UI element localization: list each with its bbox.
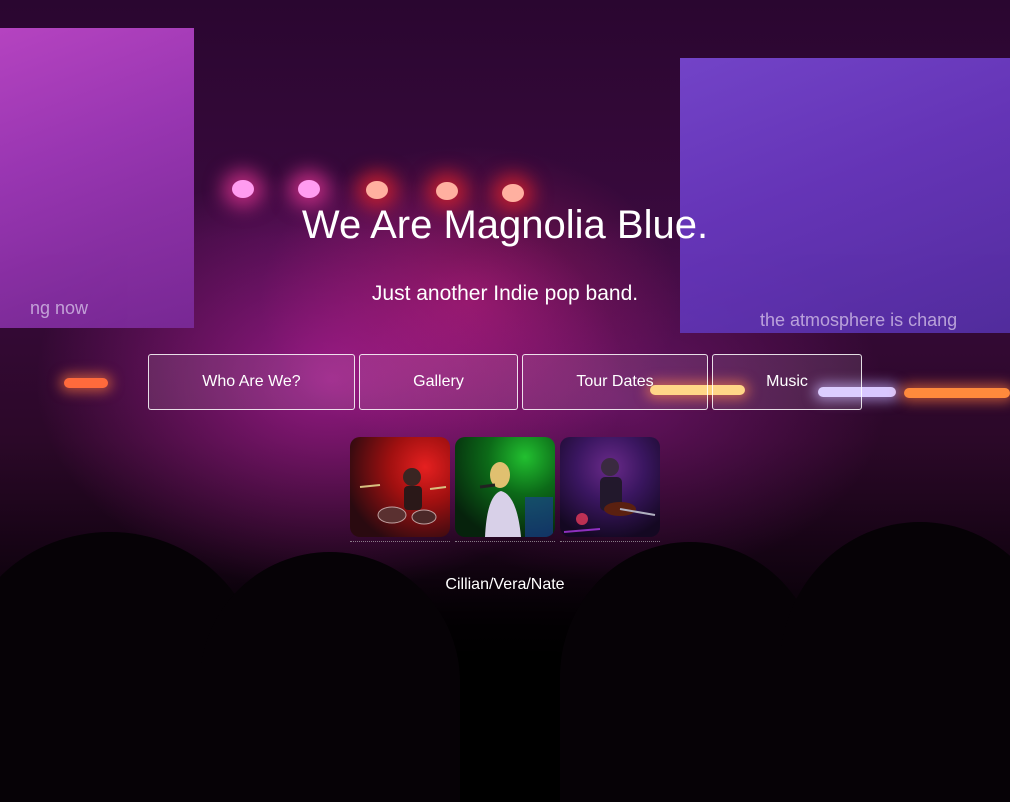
member-photo-guitarist[interactable] [560, 437, 660, 537]
nav-gallery-button[interactable]: Gallery [359, 354, 518, 410]
drummer-photo-art [359, 468, 447, 525]
nav-tour-dates-button[interactable]: Tour Dates [522, 354, 708, 410]
nav-who-are-we-button[interactable]: Who Are We? [148, 354, 355, 410]
nav-music-button[interactable]: Music [712, 354, 862, 410]
page-subtitle: Just another Indie pop band. [371, 282, 639, 305]
member-photo-drummer[interactable] [350, 437, 450, 537]
page-content: We Are Magnolia Blue. Just another Indie… [0, 0, 1010, 802]
member-names-caption: Cillian/Vera/Nate [445, 576, 565, 593]
singer-photo-art [479, 462, 553, 537]
member-photo-singer[interactable] [455, 437, 555, 537]
thumb-divider [350, 541, 450, 542]
thumb-divider [560, 541, 660, 542]
page-title: We Are Magnolia Blue. [301, 203, 709, 247]
guitarist-photo-art [563, 458, 656, 533]
thumb-divider [455, 541, 555, 542]
